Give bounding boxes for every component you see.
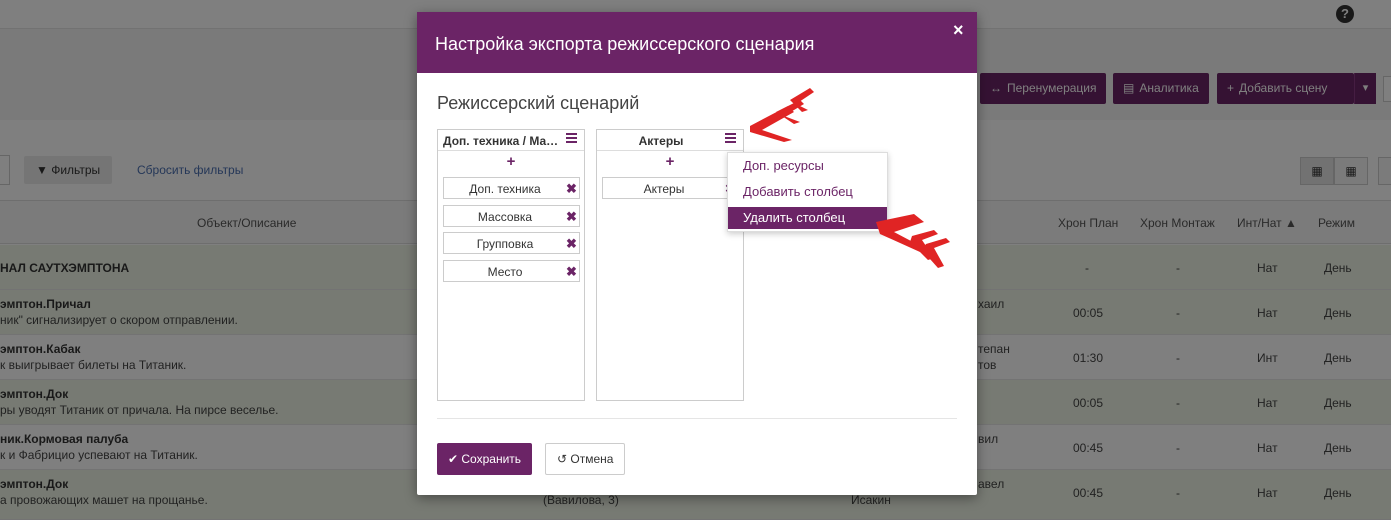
column-menu-icon[interactable] [566,133,578,145]
column-item-label: Место [487,265,523,279]
column-title: Доп. техника / Массовка / Групповка / Ме… [443,134,561,148]
column-item-label: Групповка [476,237,534,251]
column-item[interactable]: Место ✖ [443,260,580,282]
column-item-label: Доп. техника [469,182,541,196]
export-column-2: Актеры + Актеры ✖ [596,129,744,401]
column-item[interactable]: Групповка ✖ [443,232,580,254]
cancel-button[interactable]: ↺ Отмена [545,443,626,475]
save-button[interactable]: ✔ Сохранить [437,443,533,475]
column-title: Актеры [638,134,684,148]
modal-header: Настройка экспорта режиссерского сценари… [417,12,977,73]
section-title: Режиссерский сценарий [437,93,640,113]
remove-icon[interactable]: ✖ [566,209,577,225]
remove-icon[interactable]: ✖ [566,181,577,197]
check-icon: ✔ [448,452,462,466]
remove-icon[interactable]: ✖ [566,236,577,252]
add-item-button[interactable]: + [438,153,584,170]
modal-footer: ✔ Сохранить ↺ Отмена [417,422,977,495]
remove-icon[interactable]: ✖ [566,264,577,280]
annotation-arrow-top-icon [750,88,814,142]
close-icon[interactable]: × [953,20,964,41]
column-menu-icon[interactable] [725,133,737,145]
menu-item-extra-resources[interactable]: Доп. ресурсы [728,155,887,177]
column-item[interactable]: Доп. техника ✖ [443,177,580,199]
column-item[interactable]: Актеры ✖ [602,177,739,199]
menu-item-add-column[interactable]: Добавить столбец [728,181,887,203]
cancel-label: Отмена [570,452,614,466]
column-item[interactable]: Массовка ✖ [443,205,580,227]
export-column-1: Доп. техника / Массовка / Групповка / Ме… [437,129,585,401]
annotation-arrow-bottom-icon [876,214,950,268]
save-label: Сохранить [461,452,522,466]
menu-item-delete-column[interactable]: Удалить столбец [728,207,887,229]
column-item-label: Массовка [477,210,533,224]
column-header: Доп. техника / Массовка / Групповка / Ме… [438,130,584,151]
undo-icon: ↺ [557,452,571,466]
add-item-button[interactable]: + [597,153,743,170]
column-context-menu: Доп. ресурсы Добавить столбец Удалить ст… [727,152,888,232]
column-header: Актеры [597,130,743,151]
column-item-label: Актеры [643,182,685,196]
modal-title: Настройка экспорта режиссерского сценари… [435,34,815,54]
